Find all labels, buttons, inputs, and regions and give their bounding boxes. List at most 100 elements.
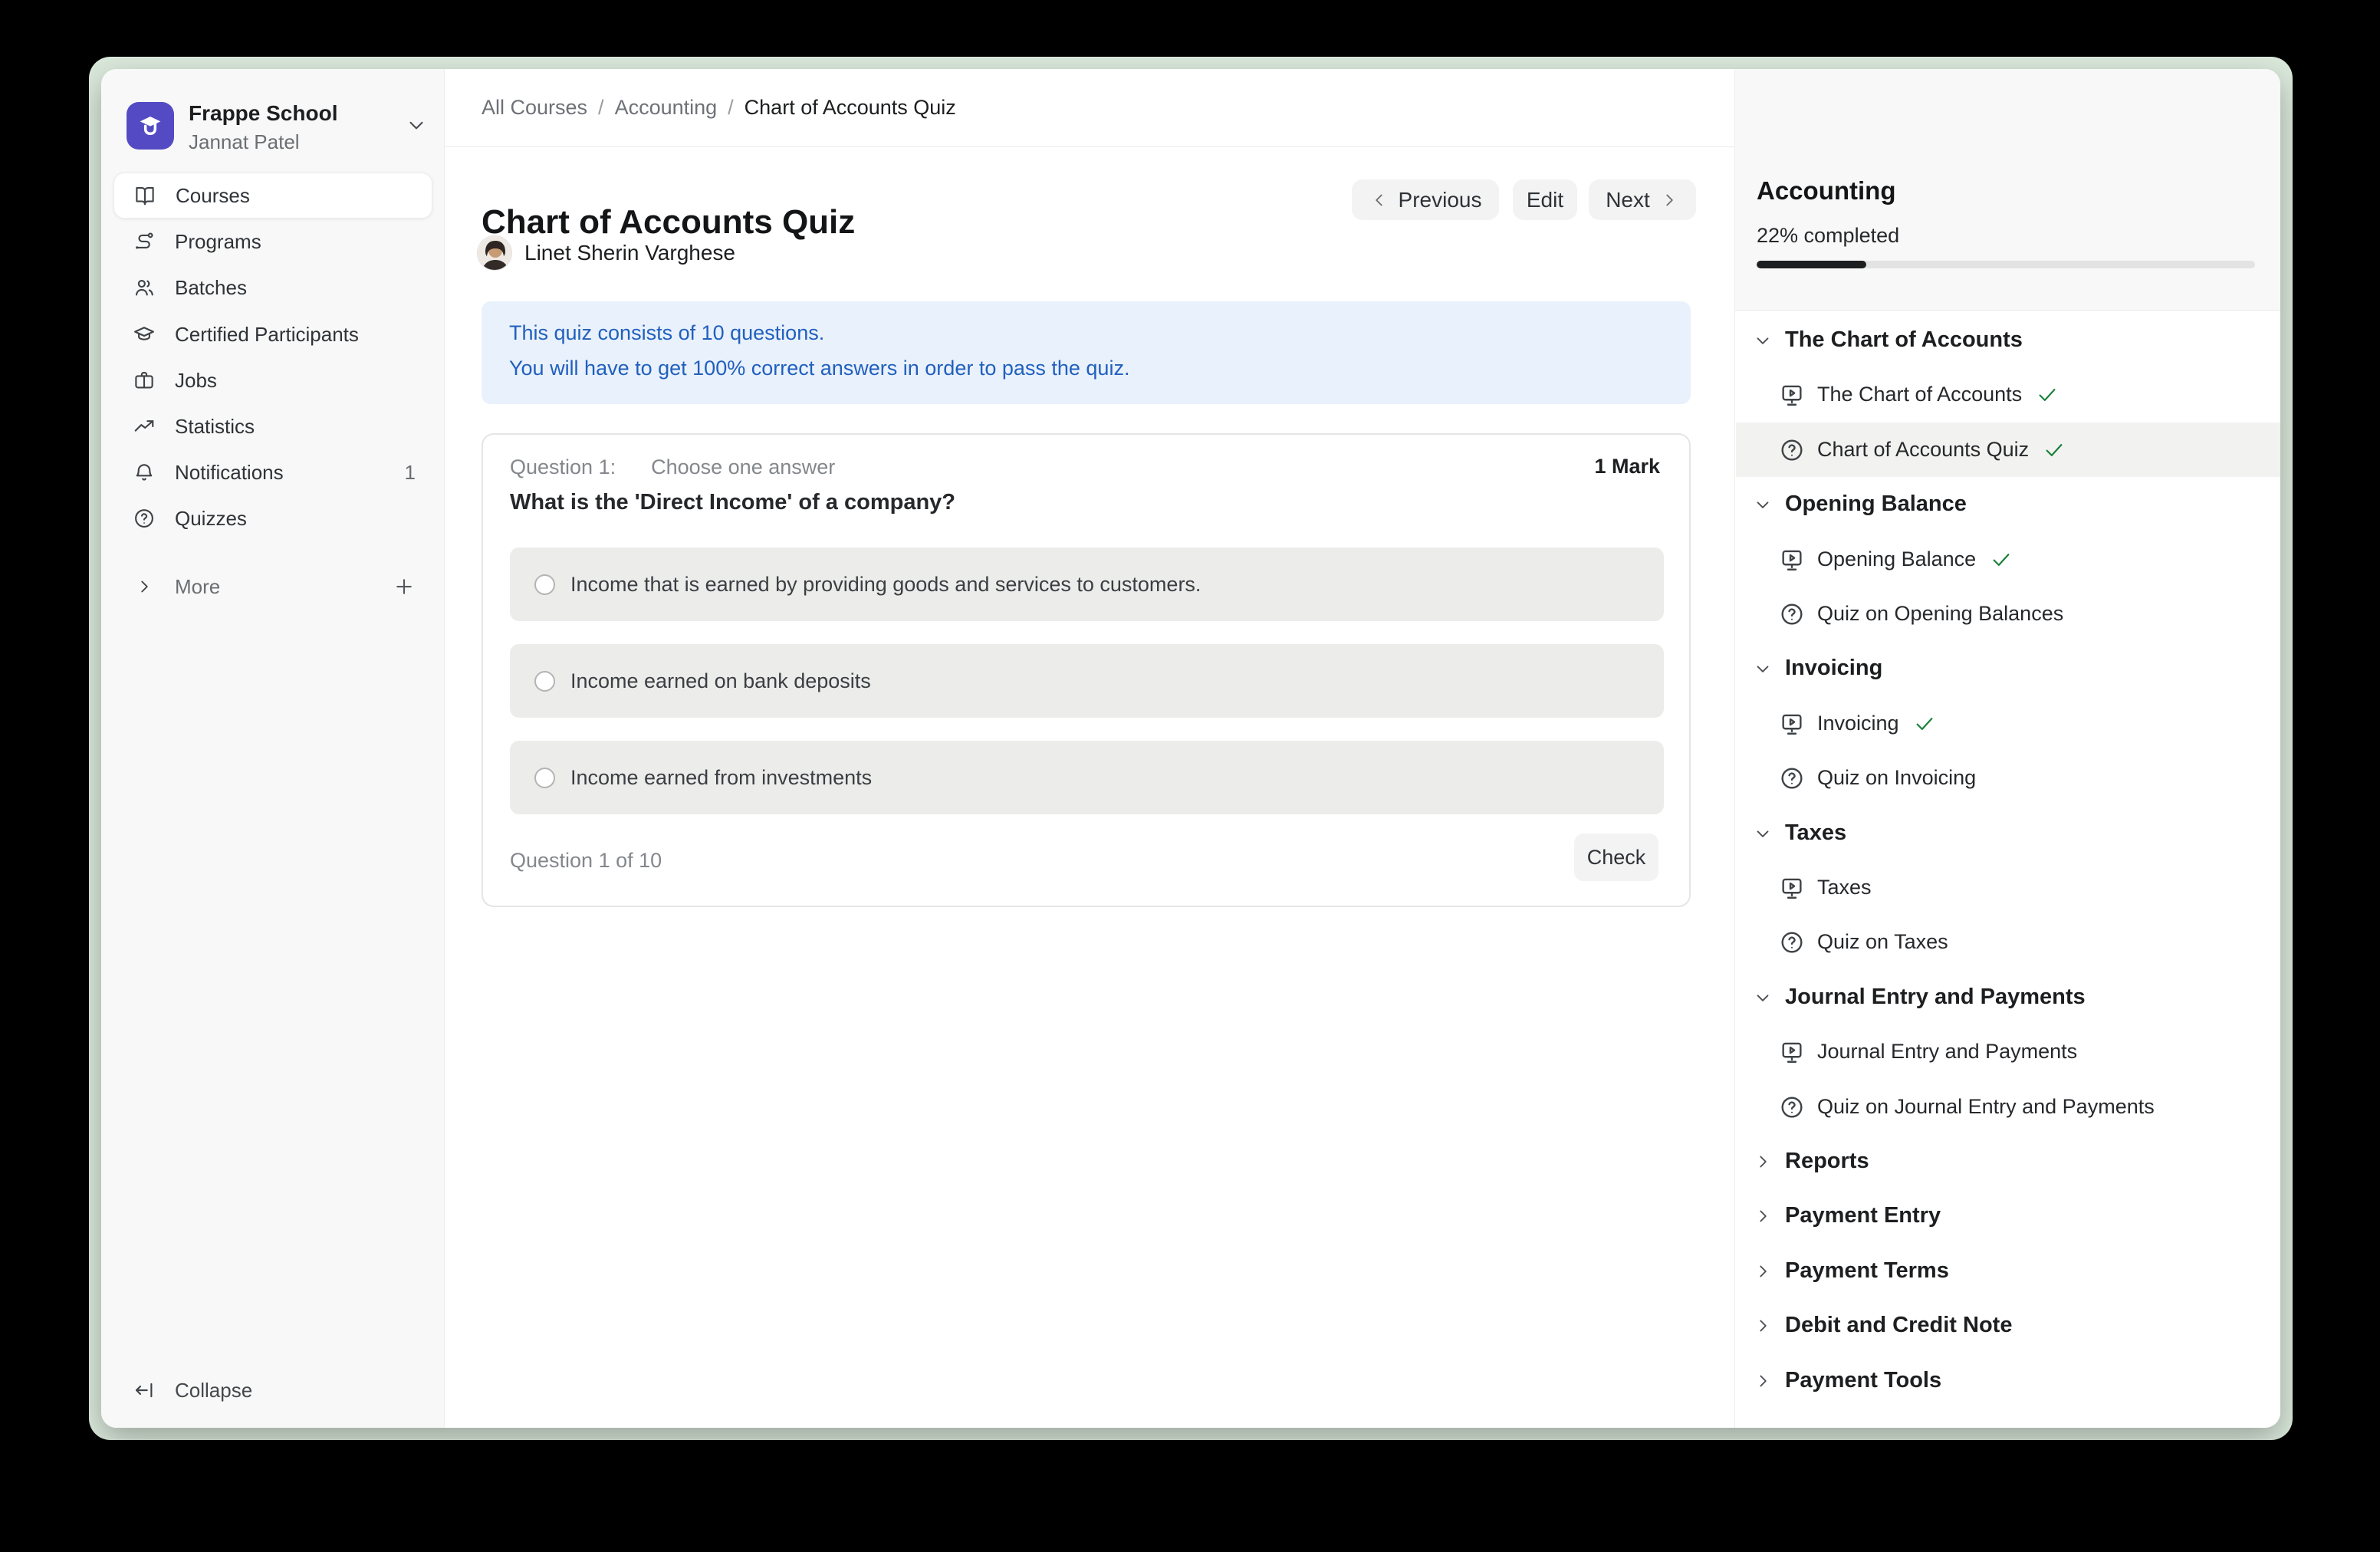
help-circle-icon [1779,437,1805,463]
help-circle-icon [1779,929,1805,955]
sidebar-item-notifications[interactable]: Notifications1 [113,449,432,495]
outline-section-label: The Chart of Accounts [1785,327,2023,353]
answer-option[interactable]: Income earned from investments [510,741,1664,814]
outline-section-the-chart-of-accounts[interactable]: The Chart of Accounts [1736,313,2280,367]
help-circle-icon [132,506,156,531]
chevron-down-icon[interactable] [1753,659,1773,679]
previous-button[interactable]: Previous [1352,179,1499,220]
sidebar-collapse-button[interactable]: Collapse [113,1367,432,1413]
help-circle-icon [1779,1094,1805,1120]
outline-section-label: Opening Balance [1785,492,1967,517]
outline-section-invoicing[interactable]: Invoicing [1736,641,2280,695]
monitor-play-icon [1779,1039,1805,1065]
notification-count-badge: 1 [405,461,416,485]
completed-check-icon [2036,383,2059,406]
users-icon [132,275,156,300]
chevron-right-icon[interactable] [1753,1206,1773,1226]
left-sidebar: Frappe School Jannat Patel CoursesProgra… [101,69,445,1428]
outline-item-quiz-on-invoicing[interactable]: Quiz on Invoicing [1736,751,2280,805]
monitor-play-icon [1779,875,1805,901]
chevron-down-icon[interactable] [1753,824,1773,843]
breadcrumb-all-courses[interactable]: All Courses [482,96,587,120]
outline-item-quiz-on-taxes[interactable]: Quiz on Taxes [1736,915,2280,969]
author-row: Linet Sherin Varghese [477,235,735,271]
sidebar-item-quizzes[interactable]: Quizzes [113,495,432,541]
outline-section-payment-entry[interactable]: Payment Entry [1736,1189,2280,1243]
question-marks: 1 Mark [1594,455,1660,478]
sidebar-item-programs[interactable]: Programs [113,219,432,265]
outline-item-quiz-on-journal-entry-and-payments[interactable]: Quiz on Journal Entry and Payments [1736,1080,2280,1134]
trending-up-icon [132,414,156,439]
breadcrumb-accounting[interactable]: Accounting [615,96,718,120]
route-icon [132,229,156,254]
plus-icon[interactable] [393,575,416,598]
progress-fill [1757,261,1866,268]
sidebar-item-label: Jobs [175,369,217,393]
help-circle-icon [1779,601,1805,627]
radio-button[interactable] [534,671,555,692]
sidebar-item-certified-participants[interactable]: Certified Participants [113,311,432,357]
outline-item-invoicing[interactable]: Invoicing [1736,696,2280,751]
question-progress: Question 1 of 10 [510,849,662,873]
answer-option[interactable]: Income that is earned by providing goods… [510,547,1664,621]
chevron-down-icon[interactable] [1753,330,1773,350]
quiz-info-banner: This quiz consists of 10 questions. You … [482,301,1691,404]
radio-button[interactable] [534,768,555,788]
breadcrumb-current: Chart of Accounts Quiz [745,96,956,120]
collapse-label: Collapse [175,1379,252,1402]
outline-item-quiz-on-opening-balances[interactable]: Quiz on Opening Balances [1736,587,2280,641]
monitor-play-icon [1779,382,1805,408]
chevron-right-icon[interactable] [1753,1371,1773,1391]
bell-icon [132,460,156,485]
outline-item-the-chart-of-accounts[interactable]: The Chart of Accounts [1736,367,2280,422]
outline-item-label: The Chart of Accounts [1817,383,2022,406]
outline-item-label: Quiz on Invoicing [1817,766,1976,790]
outline-item-label: Chart of Accounts Quiz [1817,438,2029,462]
sidebar-item-more[interactable]: More [113,564,432,610]
sidebar-item-jobs[interactable]: Jobs [113,357,432,403]
outline-section-taxes[interactable]: Taxes [1736,806,2280,860]
outline-section-label: Payment Entry [1785,1203,1941,1228]
course-progress-bar [1757,261,2255,268]
outline-section-journal-entry-and-payments[interactable]: Journal Entry and Payments [1736,970,2280,1024]
chevron-down-icon[interactable] [1753,988,1773,1008]
chevron-right-icon[interactable] [1753,1261,1773,1281]
next-button[interactable]: Next [1589,179,1696,220]
outline-item-journal-entry-and-payments[interactable]: Journal Entry and Payments [1736,1024,2280,1079]
outline-section-label: Payment Terms [1785,1258,1949,1284]
outline-section-reports[interactable]: Reports [1736,1134,2280,1189]
previous-label: Previous [1399,188,1482,212]
quiz-info-line: You will have to get 100% correct answer… [509,355,1663,381]
sidebar-item-courses[interactable]: Courses [113,173,432,219]
outline-section-opening-balance[interactable]: Opening Balance [1736,477,2280,531]
sidebar-item-batches[interactable]: Batches [113,265,432,311]
check-label: Check [1587,846,1646,869]
workspace-chevron-down-icon[interactable] [405,113,428,140]
monitor-play-icon [1779,547,1805,573]
outline-item-opening-balance[interactable]: Opening Balance [1736,532,2280,587]
outline-item-chart-of-accounts-quiz[interactable]: Chart of Accounts Quiz [1736,423,2280,477]
outline-section-debit-and-credit-note[interactable]: Debit and Credit Note [1736,1298,2280,1353]
outline-section-payment-terms[interactable]: Payment Terms [1736,1244,2280,1298]
sidebar-item-statistics[interactable]: Statistics [113,403,432,449]
breadcrumb-separator: / [598,96,604,120]
outline-item-label: Journal Entry and Payments [1817,1040,2077,1064]
avatar [477,235,512,271]
question-instruction: Choose one answer [651,455,835,479]
chevron-left-icon [1369,190,1389,210]
outline-item-taxes[interactable]: Taxes [1736,860,2280,915]
chevron-down-icon[interactable] [1753,495,1773,515]
sidebar-item-label: Statistics [175,415,255,439]
answer-option[interactable]: Income earned on bank deposits [510,644,1664,718]
answer-option-label: Income that is earned by providing goods… [570,573,1201,597]
radio-button[interactable] [534,574,555,595]
briefcase-icon [132,368,156,393]
outline-section-payment-tools[interactable]: Payment Tools [1736,1353,2280,1408]
chevron-right-icon[interactable] [1753,1152,1773,1172]
chevron-right-icon[interactable] [1753,1316,1773,1336]
outline-item-label: Taxes [1817,876,1872,899]
course-outline-panel: Accounting 22% completed The Chart of Ac… [1734,69,2280,1428]
question-number-label: Question 1: [510,455,616,479]
check-button[interactable]: Check [1574,834,1658,881]
edit-button[interactable]: Edit [1513,179,1577,220]
